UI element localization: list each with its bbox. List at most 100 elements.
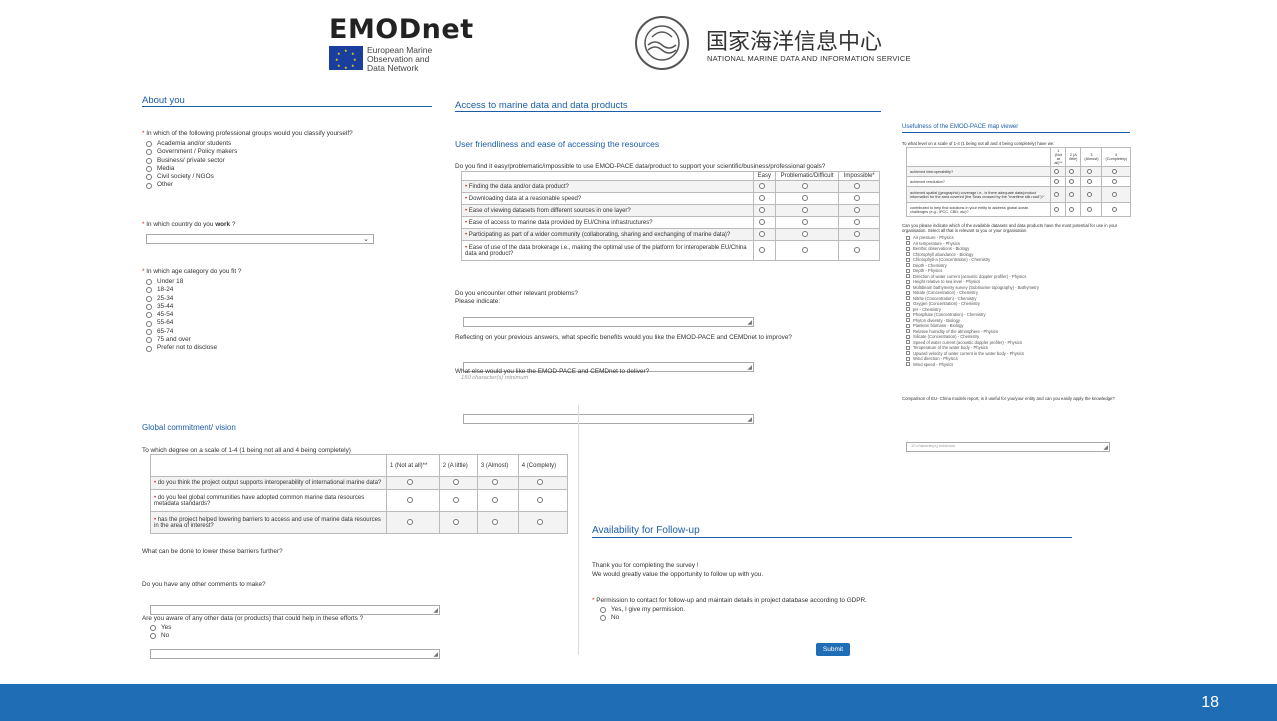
checkbox-icon[interactable] — [906, 279, 910, 284]
checkbox-icon[interactable] — [906, 318, 910, 323]
checkbox-icon[interactable] — [906, 268, 910, 273]
checkbox-icon[interactable] — [906, 257, 910, 262]
radio-icon[interactable] — [758, 246, 765, 253]
checkbox-icon[interactable] — [906, 241, 910, 246]
checkbox-icon[interactable] — [906, 345, 910, 350]
checkbox-icon[interactable] — [906, 252, 910, 257]
radio-icon[interactable] — [146, 149, 152, 156]
checkbox-icon[interactable] — [906, 246, 910, 251]
radio-icon[interactable] — [853, 230, 860, 237]
checkbox-icon[interactable] — [906, 307, 910, 312]
radio-icon[interactable] — [801, 206, 808, 213]
radio-icon[interactable] — [150, 625, 156, 632]
radio-icon[interactable] — [758, 206, 765, 213]
radio-icon[interactable] — [801, 218, 808, 225]
radio-icon[interactable] — [452, 479, 459, 485]
checkbox-icon[interactable] — [906, 285, 910, 290]
radio-icon[interactable] — [758, 218, 765, 225]
radio-icon[interactable] — [853, 218, 860, 225]
submit-button[interactable]: Submit — [816, 643, 850, 656]
dataset-item[interactable]: Speed of water current (acoustic doppler… — [906, 340, 1039, 346]
radio-icon[interactable] — [1069, 178, 1075, 184]
dataset-item[interactable]: Direction of water current (acoustic dop… — [906, 274, 1039, 280]
radio-icon[interactable] — [146, 287, 152, 294]
radio-icon[interactable] — [600, 615, 606, 622]
checkbox-icon[interactable] — [906, 351, 910, 356]
dataset-item[interactable]: Multibeam bathymetry survey (Submarine t… — [906, 285, 1039, 291]
group-option[interactable]: Government / Policy makers — [146, 148, 237, 156]
permission-yes-option[interactable]: Yes, I give my permission. — [600, 606, 685, 614]
radio-icon[interactable] — [853, 182, 860, 189]
checkbox-icon[interactable] — [906, 340, 910, 345]
radio-icon[interactable] — [146, 182, 152, 189]
checkbox-icon[interactable] — [906, 235, 910, 240]
age-option[interactable]: 25-34 — [146, 295, 217, 303]
radio-icon[interactable] — [150, 633, 156, 640]
aware-no-option[interactable]: No — [150, 632, 171, 640]
radio-icon[interactable] — [758, 230, 765, 237]
checkbox-icon[interactable] — [906, 301, 910, 306]
radio-icon[interactable] — [1112, 191, 1118, 197]
age-option[interactable]: 55-64 — [146, 319, 217, 327]
radio-icon[interactable] — [758, 182, 765, 189]
deliver-textarea[interactable]: ◢ — [463, 414, 754, 424]
age-option[interactable]: 45-54 — [146, 311, 217, 319]
group-option[interactable]: Academia and/or students — [146, 140, 237, 148]
permission-no-option[interactable]: No — [600, 614, 685, 622]
dataset-item[interactable]: Wind speed - Physics — [906, 362, 1039, 368]
checkbox-icon[interactable] — [906, 323, 910, 328]
age-option[interactable]: Prefer not to disclose — [146, 344, 217, 352]
radio-icon[interactable] — [1054, 191, 1060, 197]
radio-icon[interactable] — [452, 518, 459, 525]
radio-icon[interactable] — [492, 518, 499, 525]
radio-icon[interactable] — [853, 246, 860, 253]
radio-icon[interactable] — [146, 337, 152, 344]
radio-icon[interactable] — [853, 206, 860, 213]
radio-icon[interactable] — [1087, 168, 1093, 174]
checkbox-icon[interactable] — [906, 329, 910, 334]
radio-icon[interactable] — [600, 607, 606, 614]
radio-icon[interactable] — [146, 295, 152, 302]
radio-icon[interactable] — [1087, 191, 1093, 197]
age-option[interactable]: 75 and over — [146, 336, 217, 344]
radio-icon[interactable] — [146, 320, 152, 327]
radio-icon[interactable] — [1054, 206, 1060, 212]
radio-icon[interactable] — [146, 279, 152, 286]
group-option[interactable]: Media — [146, 165, 237, 173]
radio-icon[interactable] — [1087, 206, 1093, 212]
age-option[interactable]: Under 18 — [146, 278, 217, 286]
radio-icon[interactable] — [1087, 178, 1093, 184]
radio-icon[interactable] — [146, 304, 152, 311]
checkbox-icon[interactable] — [906, 356, 910, 361]
radio-icon[interactable] — [801, 182, 808, 189]
radio-icon[interactable] — [146, 174, 152, 181]
radio-icon[interactable] — [1069, 191, 1075, 197]
radio-icon[interactable] — [537, 496, 544, 503]
barriers-textarea[interactable]: ◢ — [150, 605, 440, 615]
radio-icon[interactable] — [801, 246, 808, 253]
country-select[interactable]: ⌄ — [146, 234, 374, 244]
radio-icon[interactable] — [801, 230, 808, 237]
age-option[interactable]: 65-74 — [146, 328, 217, 336]
radio-icon[interactable] — [146, 166, 152, 173]
checkbox-icon[interactable] — [906, 312, 910, 317]
radio-icon[interactable] — [801, 194, 808, 201]
comparison-textarea[interactable]: 10 character(s) minimum ◢ — [906, 442, 1110, 452]
radio-icon[interactable] — [537, 479, 544, 485]
radio-icon[interactable] — [146, 141, 152, 148]
radio-icon[interactable] — [1112, 168, 1118, 174]
group-option[interactable]: Business/ private sector — [146, 157, 237, 165]
radio-icon[interactable] — [452, 496, 459, 503]
radio-icon[interactable] — [1112, 206, 1118, 212]
radio-icon[interactable] — [1054, 168, 1060, 174]
group-option[interactable]: Civil society / NGOs — [146, 173, 237, 181]
radio-icon[interactable] — [407, 479, 414, 485]
age-option[interactable]: 35-44 — [146, 303, 217, 311]
age-option[interactable]: 18-24 — [146, 286, 217, 294]
radio-icon[interactable] — [146, 312, 152, 319]
checkbox-icon[interactable] — [906, 290, 910, 295]
radio-icon[interactable] — [1054, 178, 1060, 184]
problems-textarea[interactable]: ◢ — [463, 317, 754, 327]
radio-icon[interactable] — [407, 496, 414, 503]
radio-icon[interactable] — [1069, 206, 1075, 212]
